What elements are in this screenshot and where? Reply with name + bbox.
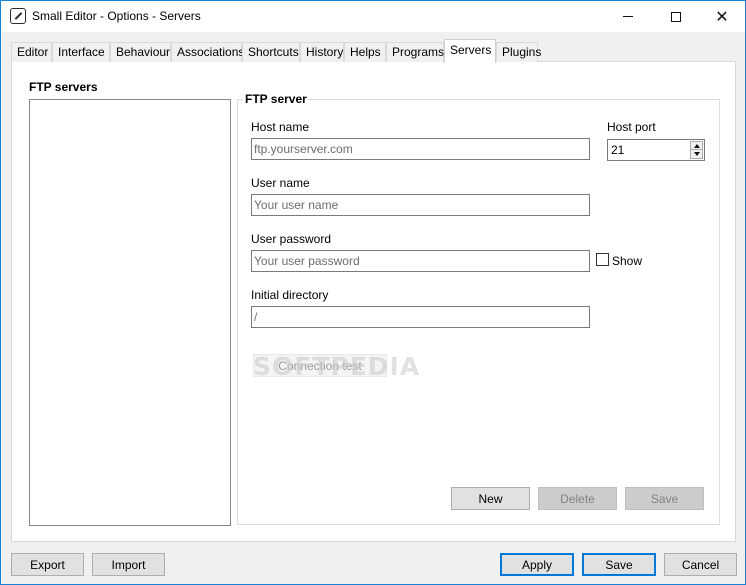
- title-bar[interactable]: Small Editor - Options - Servers ✕: [1, 1, 745, 32]
- apply-button[interactable]: Apply: [500, 553, 574, 576]
- tab-helps[interactable]: Helps: [344, 42, 386, 62]
- minimize-icon: [623, 16, 633, 17]
- tab-associations[interactable]: Associations: [171, 42, 244, 62]
- tab-editor[interactable]: Editor: [11, 42, 52, 62]
- arrow-up-icon: [693, 143, 700, 148]
- initial-directory-label: Initial directory: [251, 288, 329, 302]
- user-name-label: User name: [251, 176, 310, 190]
- tab-interface[interactable]: Interface: [52, 42, 110, 62]
- tab-plugins[interactable]: Plugins: [496, 42, 541, 62]
- user-name-input[interactable]: [251, 194, 590, 216]
- minimize-button[interactable]: [605, 1, 651, 32]
- options-window: Small Editor - Options - Servers ✕ Edito…: [0, 0, 746, 585]
- tab-programs[interactable]: Programs: [386, 42, 444, 62]
- ftp-servers-list[interactable]: [29, 99, 231, 526]
- app-editor-icon: [10, 8, 26, 24]
- import-button[interactable]: Import: [92, 553, 165, 576]
- user-password-input[interactable]: [251, 250, 590, 272]
- spin-down-button[interactable]: [691, 150, 702, 158]
- save-button[interactable]: Save: [582, 553, 656, 576]
- maximize-button[interactable]: [653, 1, 699, 32]
- host-port-value: 21: [611, 143, 625, 157]
- maximize-icon: [671, 11, 681, 22]
- host-port-spinner[interactable]: 21: [607, 139, 705, 161]
- host-port-spin-buttons: [690, 141, 703, 159]
- cancel-button[interactable]: Cancel: [664, 553, 737, 576]
- show-password-checkbox[interactable]: [596, 253, 609, 266]
- close-button[interactable]: ✕: [699, 1, 745, 32]
- host-name-input[interactable]: [251, 138, 590, 160]
- host-name-label: Host name: [251, 120, 310, 134]
- arrow-down-icon: [693, 152, 700, 156]
- tab-behaviour[interactable]: Behaviour: [110, 42, 171, 62]
- ftp-server-group-title: FTP server: [243, 92, 309, 106]
- show-password-label: Show: [612, 254, 643, 268]
- user-password-label: User password: [251, 232, 332, 246]
- tab-shortcuts[interactable]: Shortcuts: [242, 42, 300, 62]
- host-port-label: Host port: [607, 120, 656, 134]
- server-save-button[interactable]: Save: [625, 487, 704, 510]
- delete-button[interactable]: Delete: [538, 487, 617, 510]
- new-button[interactable]: New: [451, 487, 530, 510]
- tab-servers[interactable]: Servers: [444, 39, 496, 63]
- close-icon: ✕: [715, 6, 729, 26]
- export-button[interactable]: Export: [11, 553, 84, 576]
- spin-up-button[interactable]: [691, 142, 702, 150]
- ftp-servers-title: FTP servers: [29, 80, 98, 94]
- connection-test-button[interactable]: Connection test: [253, 354, 387, 377]
- window-title: Small Editor - Options - Servers: [32, 9, 201, 23]
- initial-directory-input[interactable]: [251, 306, 590, 328]
- tab-history[interactable]: History: [300, 42, 344, 62]
